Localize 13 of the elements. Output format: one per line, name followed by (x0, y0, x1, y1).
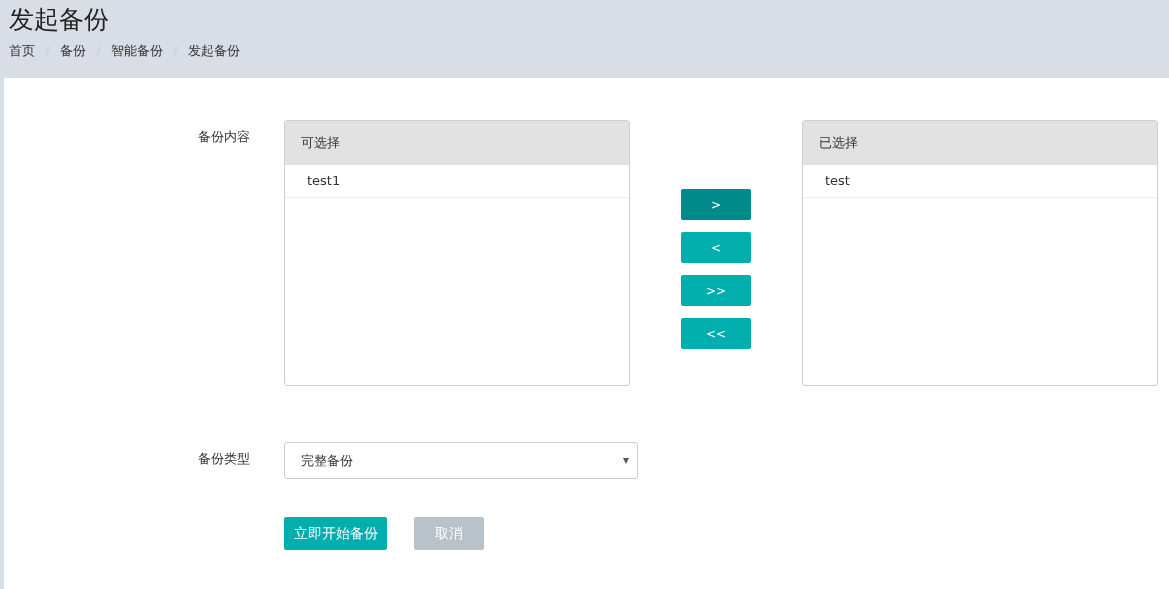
backup-type-select[interactable]: 完整备份 (284, 442, 638, 479)
list-header: 已选择 (803, 121, 1157, 165)
breadcrumb-link[interactable]: 智能备份 (111, 42, 163, 60)
list-item[interactable]: test1 (285, 165, 629, 198)
list-item[interactable]: test (803, 165, 1157, 198)
transfer-button[interactable]: > (681, 189, 751, 220)
list-header: 可选择 (285, 121, 629, 165)
field-label: 备份类型 (197, 450, 251, 468)
breadcrumb-link[interactable]: 首页 (9, 42, 35, 60)
breadcrumb-link[interactable]: 备份 (60, 42, 86, 60)
field-label: 备份内容 (197, 128, 251, 146)
caret-icon (623, 457, 629, 464)
page-title: 发起备份 (9, 4, 110, 36)
